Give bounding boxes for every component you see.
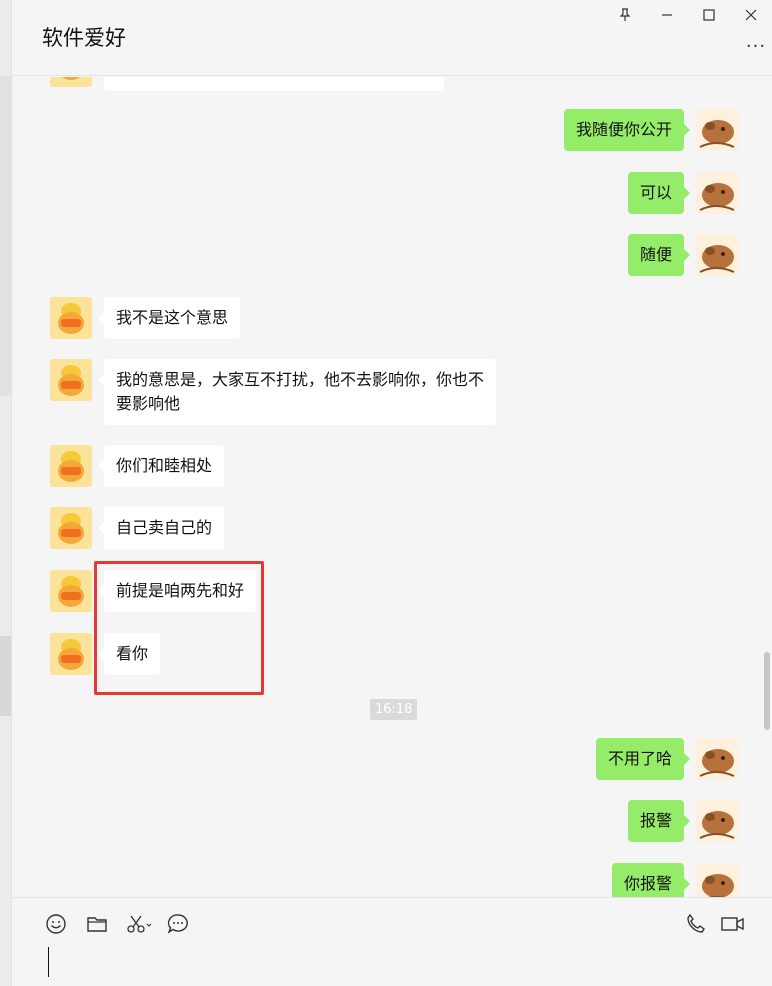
message-list[interactable]: 我随便你公开 可以 随便 我不是这个意思 我的意思是，大家互不打扰，他不去影响你… [12,77,760,897]
self-avatar[interactable] [696,800,738,842]
message-input-area[interactable] [12,897,772,986]
contact-avatar[interactable] [50,507,92,549]
message-bubble-self[interactable]: 不用了哈 [595,738,691,780]
sidebar-segment [0,76,11,396]
self-avatar[interactable] [696,738,738,780]
message-bubble-self[interactable]: 报警 [627,800,691,842]
message-bubble-other[interactable]: 我不是这个意思 [97,297,241,339]
video-icon[interactable] [719,911,747,937]
maximize-icon[interactable] [688,0,730,30]
contact-avatar[interactable] [50,297,92,339]
close-icon[interactable] [730,0,772,30]
self-avatar[interactable] [696,172,738,214]
more-options-button[interactable]: ··· [744,36,768,57]
contact-avatar[interactable] [50,359,92,401]
self-avatar[interactable] [696,863,738,897]
message-bubble-self[interactable]: 你报警 [611,863,691,897]
contact-avatar[interactable] [50,77,92,87]
message-bubble-other[interactable]: 自己卖自己的 [97,507,225,549]
message-timestamp: 16:18 [370,699,418,720]
message-bubble-other[interactable]: 你们和睦相处 [97,445,225,487]
self-avatar[interactable] [696,109,738,151]
minimize-icon[interactable] [646,0,688,30]
phone-icon[interactable] [683,911,709,937]
message-bubble-partial[interactable] [104,77,444,91]
text-input-caret[interactable] [48,947,49,977]
folder-icon[interactable] [84,911,110,937]
window-controls [604,0,772,30]
message-bubble-self[interactable]: 随便 [627,234,691,276]
scrollbar-thumb[interactable] [764,652,770,730]
contact-avatar[interactable] [50,570,92,612]
message-bubble-self[interactable]: 可以 [627,172,691,214]
sidebar-segment [0,636,11,716]
contact-avatar[interactable] [50,633,92,675]
chat-title: 软件爱好 [42,26,126,50]
chat-history-icon[interactable] [165,911,191,937]
sidebar-edge [0,0,12,986]
highlight-annotation [94,561,264,695]
message-bubble-other[interactable]: 我的意思是，大家互不打扰，他不去影响你，你也不要影响他 [98,359,496,425]
chat-header: 软件爱好 ··· [12,0,772,76]
message-bubble-self[interactable]: 我随便你公开 [563,109,691,151]
pin-icon[interactable] [604,0,646,30]
scissors-icon[interactable] [123,911,157,937]
emoji-icon[interactable] [43,911,69,937]
self-avatar[interactable] [696,234,738,276]
contact-avatar[interactable] [50,445,92,487]
